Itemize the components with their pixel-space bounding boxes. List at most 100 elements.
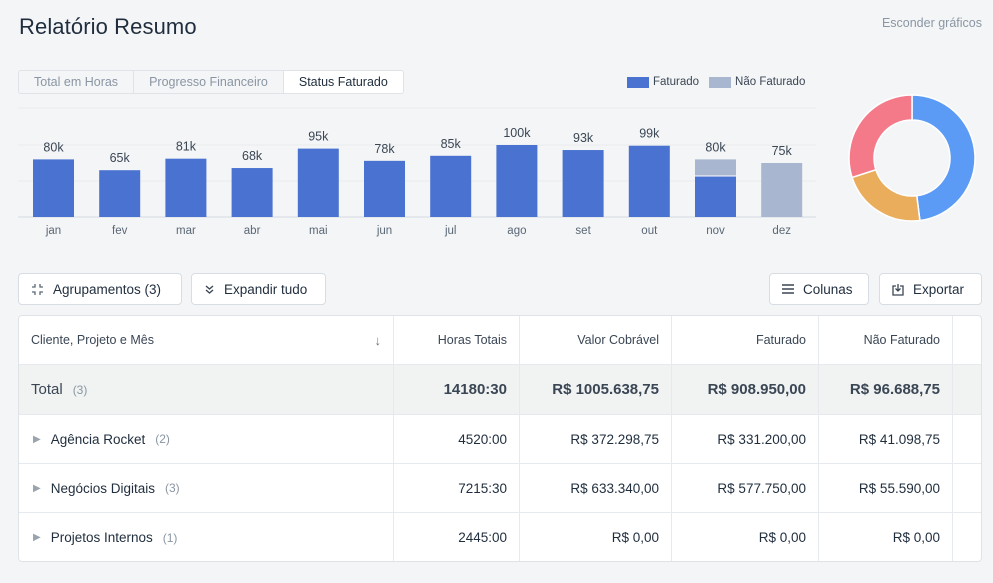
table-row[interactable]: ▶ Agência Rocket (2) 4520:00 R$ 372.298,… (19, 415, 981, 464)
tab-total-hours[interactable]: Total em Horas (18, 70, 134, 94)
bar-invoiced-jun (364, 160, 405, 217)
header-client-project-month[interactable]: Cliente, Projeto e Mês ↓ (19, 316, 394, 364)
row-name: Projetos Internos (50, 530, 153, 545)
row-spacer (953, 513, 981, 561)
bar-invoiced-nov (695, 175, 736, 217)
x-tick-ago: ago (507, 225, 526, 237)
expand-all-button[interactable]: Expandir tudo (191, 273, 326, 305)
total-hours: 14180:30 (394, 365, 520, 414)
row-spacer (953, 415, 981, 463)
row-count: (3) (165, 481, 180, 495)
row-hours: 4520:00 (394, 415, 520, 463)
total-spacer (953, 365, 981, 414)
data-label-jul: 85k (441, 137, 462, 151)
total-row: Total (3) 14180:30 R$ 1005.638,75 R$ 908… (19, 365, 981, 415)
total-count: (3) (72, 382, 88, 397)
header-total-hours[interactable]: Horas Totais (394, 316, 520, 364)
row-hours: 2445:00 (394, 513, 520, 561)
x-tick-fev: fev (112, 225, 128, 237)
row-hours: 7215:30 (394, 464, 520, 512)
menu-lines-icon (782, 284, 794, 294)
x-tick-jan: jan (45, 225, 61, 237)
data-label-jan: 80k (43, 140, 64, 154)
bar-invoiced-set (562, 150, 604, 217)
x-tick-out: out (641, 225, 658, 237)
row-name-cell[interactable]: ▶ Negócios Digitais (3) (19, 464, 394, 512)
hide-charts-link[interactable]: Esconder gráficos (882, 16, 982, 30)
tab-invoice-status[interactable]: Status Faturado (282, 70, 404, 94)
expand-caret-icon[interactable]: ▶ (33, 434, 41, 445)
row-invoiced: R$ 577.750,00 (672, 464, 819, 512)
sort-arrow-icon[interactable]: ↓ (375, 333, 382, 348)
groupings-button[interactable]: Agrupamentos (3) (18, 273, 182, 305)
data-label-mai: 95k (308, 130, 329, 144)
tab-financial-progress[interactable]: Progresso Financeiro (133, 70, 283, 94)
chevrons-down-icon (204, 284, 215, 295)
row-uninvoiced: R$ 41.098,75 (819, 415, 953, 463)
row-uninvoiced: R$ 0,00 (819, 513, 953, 561)
donut-slice-2 (848, 94, 913, 179)
x-tick-jun: jun (376, 225, 392, 237)
bar-invoiced-jul (430, 155, 472, 217)
export-button[interactable]: Exportar (879, 273, 982, 305)
bar-invoiced-jan (33, 159, 74, 217)
bar-invoiced-mai (297, 148, 339, 217)
table-row[interactable]: ▶ Negócios Digitais (3) 7215:30 R$ 633.3… (19, 464, 981, 513)
x-tick-abr: abr (244, 225, 261, 237)
total-label-cell: Total (3) (19, 365, 394, 414)
x-tick-mar: mar (176, 225, 196, 237)
bar-invoiced-fev (99, 170, 141, 217)
donut-chart (848, 94, 976, 222)
header-spacer (953, 316, 981, 364)
expand-all-label: Expandir tudo (224, 281, 308, 297)
total-invoiced: R$ 908.950,00 (672, 365, 819, 414)
report-table: Cliente, Projeto e Mês ↓ Horas Totais Va… (18, 315, 982, 562)
row-uninvoiced: R$ 55.590,00 (819, 464, 953, 512)
chart-legend: Faturado Não Faturado (627, 76, 815, 88)
page-title: Relatório Resumo (19, 14, 197, 39)
data-label-fev: 65k (110, 151, 131, 165)
row-name-cell[interactable]: ▶ Projetos Internos (1) (19, 513, 394, 561)
columns-label: Colunas (803, 281, 853, 297)
x-tick-dez: dez (772, 225, 791, 237)
legend-item-invoiced: Faturado (627, 76, 699, 88)
table-header-row: Cliente, Projeto e Mês ↓ Horas Totais Va… (19, 316, 981, 365)
legend-swatch-invoiced (627, 76, 649, 88)
table-row[interactable]: ▶ Projetos Internos (1) 2445:00 R$ 0,00 … (19, 513, 981, 561)
data-label-mar: 81k (176, 140, 197, 154)
total-uninvoiced: R$ 96.688,75 (819, 365, 953, 414)
data-label-out: 99k (639, 127, 660, 141)
row-spacer (953, 464, 981, 512)
data-label-ago: 100k (503, 126, 531, 140)
groupings-label: Agrupamentos (3) (53, 281, 162, 297)
row-invoiced: R$ 0,00 (672, 513, 819, 561)
expand-caret-icon[interactable]: ▶ (33, 532, 41, 543)
expand-caret-icon[interactable]: ▶ (33, 483, 41, 494)
donut-slice-1 (851, 168, 921, 222)
header-invoiced[interactable]: Faturado (672, 316, 819, 364)
legend-label-uninvoiced: Não Faturado (735, 76, 806, 88)
export-icon (892, 283, 904, 296)
total-label: Total (31, 381, 63, 398)
x-tick-jul: jul (444, 225, 457, 237)
row-name: Negócios Digitais (50, 480, 155, 496)
bar-chart: 80k jan 65k fev 81k mar 68k abr 95k mai 78k jun 85k j… (18, 107, 816, 237)
bar-invoiced-ago (496, 145, 538, 217)
data-label-set: 93k (573, 131, 594, 145)
header-uninvoiced[interactable]: Não Faturado (819, 316, 953, 364)
data-label-dez: 75k (772, 144, 793, 158)
row-count: (2) (155, 432, 170, 446)
row-invoiced: R$ 331.200,00 (672, 415, 819, 463)
bar-uninvoiced-nov (695, 159, 736, 176)
columns-button[interactable]: Colunas (769, 273, 869, 305)
header-billable-value[interactable]: Valor Cobrável (520, 316, 672, 364)
donut-slice-0 (911, 94, 976, 222)
data-label-jun: 78k (374, 142, 395, 156)
bar-uninvoiced-dez (761, 163, 803, 217)
bar-invoiced-abr (231, 168, 273, 217)
row-name-cell[interactable]: ▶ Agência Rocket (2) (19, 415, 394, 463)
legend-swatch-uninvoiced (709, 76, 732, 88)
row-billable: R$ 633.340,00 (520, 464, 672, 512)
collapse-icon (31, 283, 44, 296)
legend-item-uninvoiced: Não Faturado (709, 76, 805, 88)
